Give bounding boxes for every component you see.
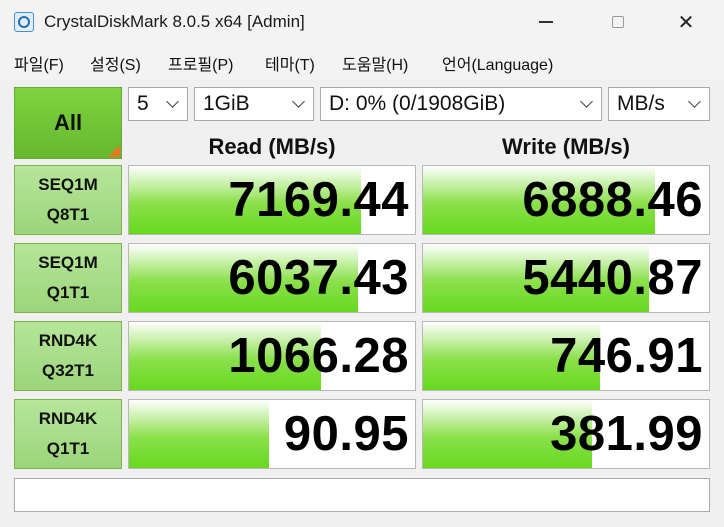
read-value: 7169.44 [228, 173, 409, 227]
minimize-icon [539, 21, 553, 23]
test-count-select[interactable]: 5 [128, 87, 188, 121]
window-title: CrystalDiskMark 8.0.5 x64 [Admin] [44, 12, 305, 31]
read-value: 1066.28 [228, 329, 409, 383]
test-label-line1: RND4K [38, 331, 98, 350]
read-result-rnd4k-q1t1: 90.95 [128, 399, 416, 469]
close-button[interactable]: ✕ [664, 8, 708, 36]
comment-field[interactable] [14, 478, 710, 512]
write-result-rnd4k-q32t1: 746.91 [422, 321, 710, 391]
test-button-seq1m-q8t1[interactable]: SEQ1M Q8T1 [14, 165, 122, 235]
read-result-seq1m-q8t1: 7169.44 [128, 165, 416, 235]
app-disk-icon [14, 12, 34, 32]
test-size-select[interactable]: 1GiB [194, 87, 314, 121]
test-label-line2: Q32T1 [42, 361, 94, 380]
test-label-line2: Q1T1 [46, 283, 90, 302]
test-label-line2: Q1T1 [46, 439, 90, 458]
menu-file[interactable]: 파일(F) [14, 51, 64, 75]
chevron-down-icon [166, 95, 179, 108]
unit-select[interactable]: MB/s [608, 87, 710, 121]
menu-bar: 파일(F) 설정(S) 프로필(P) 테마(T) 도움말(H) 언어(Langu… [0, 44, 724, 80]
write-value: 5440.87 [522, 251, 703, 305]
test-label-line1: RND4K [38, 409, 98, 428]
title-bar: CrystalDiskMark 8.0.5 x64 [Admin] ✕ [0, 0, 724, 44]
chevron-down-icon [688, 95, 701, 108]
menu-profile[interactable]: 프로필(P) [168, 51, 234, 75]
minimize-button[interactable] [524, 8, 568, 36]
drive-select[interactable]: D: 0% (0/1908GiB) [320, 87, 602, 121]
read-value: 6037.43 [228, 251, 409, 305]
test-label-line1: SEQ1M [38, 253, 98, 272]
read-result-seq1m-q1t1: 6037.43 [128, 243, 416, 313]
read-result-rnd4k-q32t1: 1066.28 [128, 321, 416, 391]
write-value: 6888.46 [522, 173, 703, 227]
read-header: Read (MB/s) [208, 134, 336, 159]
menu-theme[interactable]: 테마(T) [265, 51, 315, 75]
test-button-seq1m-q1t1[interactable]: SEQ1M Q1T1 [14, 243, 122, 313]
corner-marker-icon [108, 145, 120, 157]
menu-help[interactable]: 도움말(H) [342, 51, 408, 75]
read-bar [129, 400, 270, 468]
maximize-button[interactable] [596, 8, 640, 36]
chevron-down-icon [292, 95, 305, 108]
menu-settings[interactable]: 설정(S) [90, 51, 141, 75]
test-label-line1: SEQ1M [38, 175, 98, 194]
unit-value: MB/s [617, 92, 665, 115]
write-value: 746.91 [550, 329, 703, 383]
write-result-seq1m-q8t1: 6888.46 [422, 165, 710, 235]
all-button-label: All [53, 110, 83, 135]
write-header: Write (MB/s) [502, 134, 630, 159]
all-button[interactable]: All [14, 87, 122, 159]
read-value: 90.95 [283, 407, 409, 461]
test-count-value: 5 [137, 92, 149, 115]
menu-language[interactable]: 언어(Language) [442, 51, 553, 75]
test-label-line2: Q8T1 [46, 205, 90, 224]
test-button-rnd4k-q1t1[interactable]: RND4K Q1T1 [14, 399, 122, 469]
test-button-rnd4k-q32t1[interactable]: RND4K Q32T1 [14, 321, 122, 391]
test-size-value: 1GiB [203, 92, 250, 115]
write-value: 381.99 [550, 407, 703, 461]
drive-value: D: 0% (0/1908GiB) [329, 92, 506, 115]
maximize-icon [612, 16, 624, 28]
chevron-down-icon [580, 95, 593, 108]
write-result-seq1m-q1t1: 5440.87 [422, 243, 710, 313]
close-icon: ✕ [677, 11, 695, 34]
write-result-rnd4k-q1t1: 381.99 [422, 399, 710, 469]
